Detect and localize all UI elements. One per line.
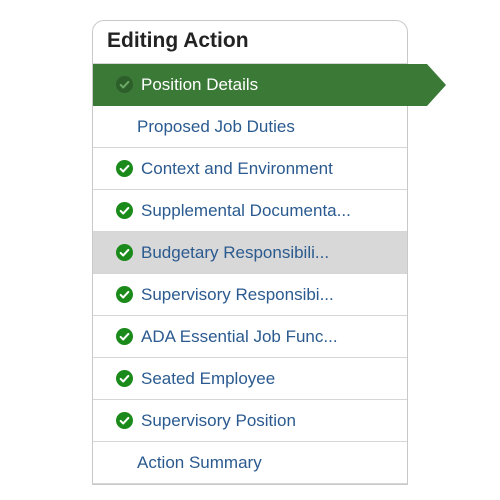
nav-item-label: Seated Employee [141,369,371,389]
nav-item-1[interactable]: Proposed Job Duties [93,106,407,148]
check-circle-icon [115,160,133,178]
check-circle-icon [115,328,133,346]
check-circle-icon [115,244,133,262]
editing-action-panel: Editing Action Position Details Proposed … [92,20,408,485]
nav-item-label: Supervisory Position [141,411,371,431]
nav-item-8[interactable]: Supervisory Position [93,400,407,442]
nav-item-4[interactable]: Budgetary Responsibili... [93,232,407,274]
nav-item-7[interactable]: Seated Employee [93,358,407,400]
nav-item-label: Proposed Job Duties [137,117,367,137]
nav-item-0[interactable]: Position Details [93,64,427,106]
panel-title: Editing Action [93,21,407,64]
check-circle-icon [115,412,133,430]
check-circle-icon [115,370,133,388]
check-circle-icon [115,76,133,94]
nav-item-label: Action Summary [137,453,367,473]
nav-item-label: Context and Environment [141,159,371,179]
check-circle-icon [115,286,133,304]
nav-item-label: Position Details [141,75,371,95]
check-circle-icon [115,202,133,220]
nav-item-label: Supervisory Responsibi... [141,285,371,305]
nav-item-label: Budgetary Responsibili... [141,243,371,263]
nav-item-6[interactable]: ADA Essential Job Func... [93,316,407,358]
nav-item-label: ADA Essential Job Func... [141,327,371,347]
nav-item-3[interactable]: Supplemental Documenta... [93,190,407,232]
nav-item-9[interactable]: Action Summary [93,442,407,484]
nav-item-5[interactable]: Supervisory Responsibi... [93,274,407,316]
nav-item-label: Supplemental Documenta... [141,201,371,221]
nav-items: Position Details Proposed Job Duties Conte… [93,64,407,484]
nav-item-2[interactable]: Context and Environment [93,148,407,190]
